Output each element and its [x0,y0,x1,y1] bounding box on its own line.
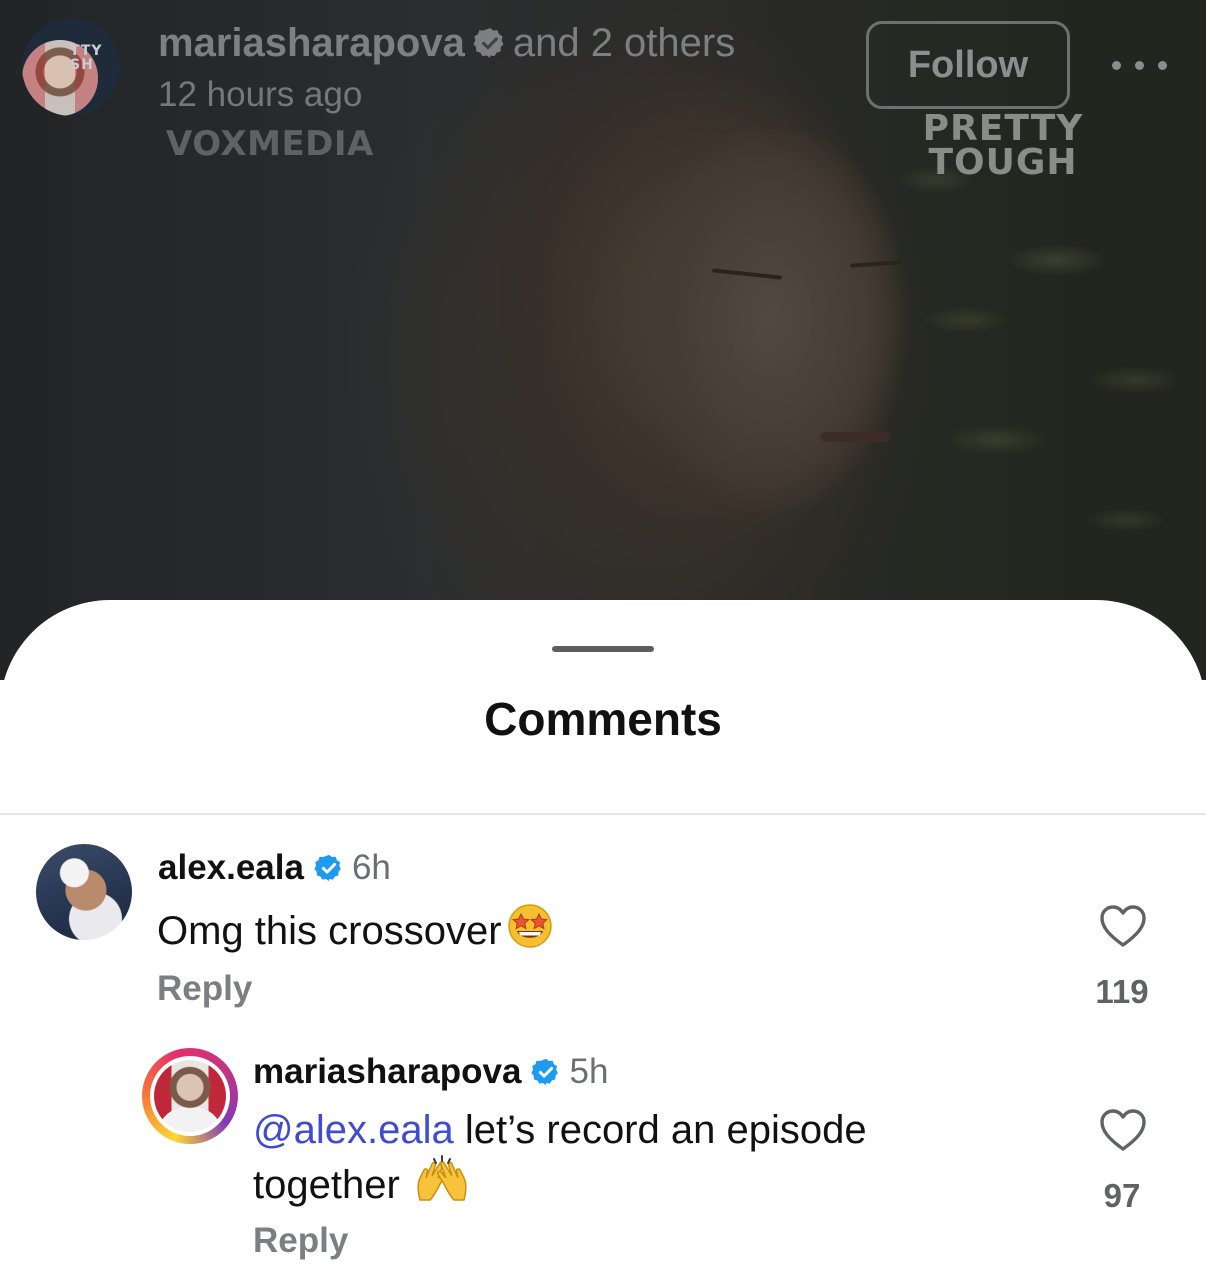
divider [0,813,1206,815]
follow-button[interactable]: Follow [866,21,1070,109]
commenter-username[interactable]: alex.eala [158,848,304,887]
like-heart-icon[interactable] [1099,1108,1147,1152]
watermark-voxmedia: VOXMEDIA [166,124,374,164]
comment-body: let’s record an episode [453,1108,867,1152]
sheet-drag-handle[interactable] [552,646,654,652]
verified-badge-icon [314,851,344,893]
post-author-name[interactable]: mariasharapova [158,21,465,65]
like-count: 119 [1095,973,1149,1010]
post-time: 12 hours ago [158,75,363,114]
comment-body: Omg this crossover [157,909,502,953]
commenter-avatar[interactable] [154,1060,226,1132]
verified-badge-icon [473,24,507,70]
comment-header: alex.eala 6h [158,847,391,893]
comment-time: 5h [569,1052,609,1091]
verified-badge-icon [531,1055,561,1097]
raising-hands-emoji [414,1154,470,1215]
comment-time: 6h [351,848,391,887]
mention-link[interactable]: @alex.eala [253,1108,454,1152]
comments-screen: TTY SH mariasharapova and 2 others 12 hou… [0,0,1206,1288]
more-horizontal-icon[interactable] [1112,58,1168,72]
post-others[interactable]: and 2 others [513,21,735,65]
like-heart-icon[interactable] [1099,904,1147,948]
sheet-title: Comments [484,693,722,745]
reply-button[interactable]: Reply [157,968,252,1010]
commenter-avatar[interactable] [36,844,132,940]
avatar-badge-text: TTY SH [70,43,103,73]
watermark-pretty-tough: PRETTY TOUGH [922,108,1084,183]
comment-header: mariasharapova 5h [253,1051,608,1097]
star-struck-emoji [506,902,554,961]
comment-text: @alex.eala let’s record an episode toget… [253,1106,1013,1215]
comment-body-continued: together [253,1163,400,1207]
like-count: 97 [1103,1177,1141,1214]
reply-button[interactable]: Reply [253,1220,348,1262]
post-author-avatar[interactable]: TTY SH [22,18,120,116]
commenter-username[interactable]: mariasharapova [253,1052,521,1091]
comment-text: Omg this crossover [157,902,554,961]
post-author-line[interactable]: mariasharapova and 2 others [158,20,735,70]
